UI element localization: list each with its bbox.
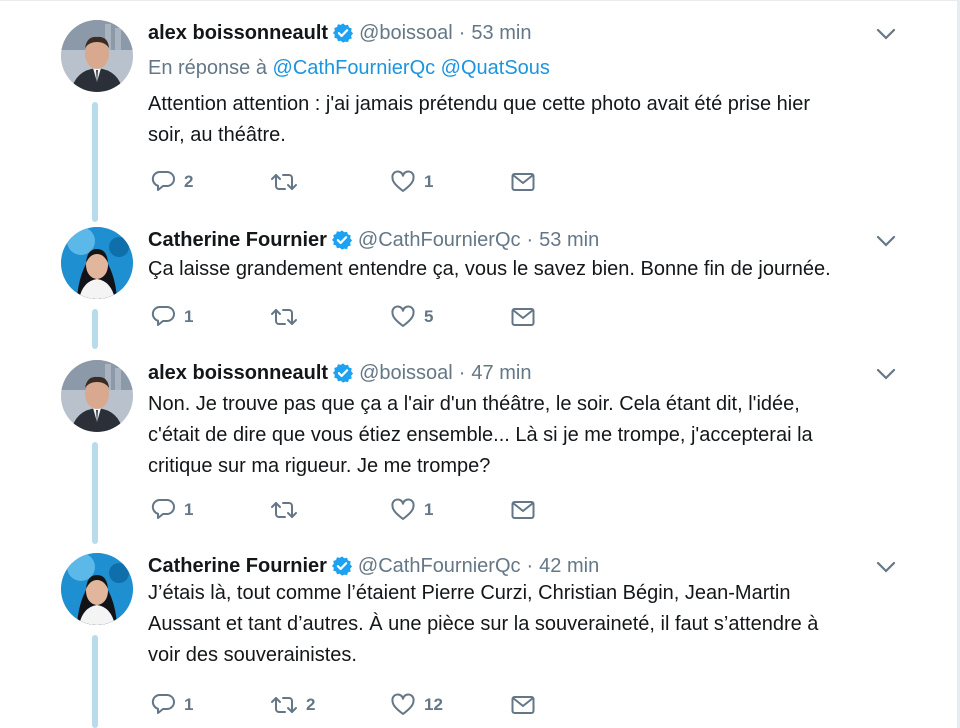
timestamp[interactable]: 42 min — [539, 555, 599, 578]
separator-dot: · — [526, 228, 534, 251]
reply-context: En réponse à @CathFournierQc @QuatSous — [148, 57, 550, 80]
thread-line — [92, 442, 98, 544]
reply-icon — [150, 304, 176, 330]
like-icon — [390, 304, 416, 330]
chevron-down-icon[interactable] — [876, 27, 896, 41]
avatar[interactable] — [61, 20, 133, 92]
verified-badge-icon — [331, 229, 353, 251]
avatar[interactable] — [61, 227, 133, 299]
top-divider — [0, 0, 960, 1]
retweet-button[interactable]: 2 — [270, 690, 315, 720]
user-handle[interactable]: @boissoal — [359, 362, 453, 385]
reply-prefix: En réponse à — [148, 57, 267, 79]
direct-message-icon — [510, 692, 536, 718]
retweet-count: 2 — [306, 695, 316, 714]
separator-dot: · — [458, 21, 466, 44]
reply-count: 2 — [184, 172, 194, 191]
chevron-down-icon[interactable] — [876, 560, 896, 574]
chevron-down-icon[interactable] — [876, 234, 896, 248]
like-button[interactable]: 1 — [390, 167, 433, 197]
thread-line — [92, 102, 98, 222]
like-button[interactable]: 12 — [390, 690, 443, 720]
user-handle[interactable]: @boissoal — [359, 22, 453, 45]
tweet-1[interactable]: alex boissonneault @boissoal · 53 min En… — [0, 20, 960, 222]
reply-count: 1 — [184, 500, 194, 519]
like-count: 5 — [424, 307, 434, 326]
timestamp[interactable]: 53 min — [471, 22, 531, 45]
user-handle[interactable]: @CathFournierQc — [358, 555, 521, 578]
timestamp[interactable]: 53 min — [539, 229, 599, 252]
retweet-button[interactable] — [270, 167, 306, 197]
tweet-text: Ça laisse grandement entendre ça, vous l… — [148, 258, 831, 280]
tweet-header: Catherine Fournier @CathFournierQc · 42 … — [148, 553, 599, 579]
tweet-text: J’étais là, tout comme l’étaient Pierre … — [148, 582, 819, 666]
separator-dot: · — [458, 361, 466, 384]
display-name[interactable]: alex boissonneault — [148, 362, 328, 385]
verified-badge-icon — [332, 22, 354, 44]
avatar[interactable] — [61, 553, 133, 625]
reply-icon — [150, 692, 176, 718]
display-name[interactable]: alex boissonneault — [148, 22, 328, 45]
like-button[interactable]: 1 — [390, 495, 433, 525]
reply-button[interactable]: 1 — [150, 690, 193, 720]
display-name[interactable]: Catherine Fournier — [148, 229, 327, 252]
timestamp[interactable]: 47 min — [471, 362, 531, 385]
thread-line — [92, 309, 98, 349]
retweet-button[interactable] — [270, 302, 306, 332]
tweet-text: Attention attention : j'ai jamais préten… — [148, 93, 811, 146]
direct-message-icon — [510, 304, 536, 330]
direct-message-button[interactable] — [510, 690, 536, 720]
verified-badge-icon — [331, 555, 353, 577]
reply-button[interactable]: 1 — [150, 495, 193, 525]
display-name[interactable]: Catherine Fournier — [148, 555, 327, 578]
chevron-down-icon[interactable] — [876, 367, 896, 381]
reply-count: 1 — [184, 695, 194, 714]
reply-count: 1 — [184, 307, 194, 326]
avatar[interactable] — [61, 360, 133, 432]
tweet-2[interactable]: Catherine Fournier @CathFournierQc · 53 … — [0, 227, 960, 349]
like-button[interactable]: 5 — [390, 302, 433, 332]
reply-button[interactable]: 2 — [150, 167, 193, 197]
separator-dot: · — [526, 554, 534, 577]
reply-icon — [150, 497, 176, 523]
tweet-header: Catherine Fournier @CathFournierQc · 53 … — [148, 227, 599, 253]
reply-icon — [150, 169, 176, 195]
tweet-3[interactable]: alex boissonneault @boissoal · 47 min No… — [0, 360, 960, 544]
like-icon — [390, 169, 416, 195]
retweet-icon — [270, 169, 298, 195]
like-count: 12 — [424, 695, 443, 714]
reply-to-handles[interactable]: @CathFournierQc @QuatSous — [273, 57, 550, 79]
tweet-text: Non. Je trouve pas que ça a l'air d'un t… — [148, 393, 813, 477]
like-icon — [390, 692, 416, 718]
tweet-4[interactable]: Catherine Fournier @CathFournierQc · 42 … — [0, 553, 960, 728]
direct-message-button[interactable] — [510, 495, 536, 525]
like-count: 1 — [424, 172, 434, 191]
retweet-button[interactable] — [270, 495, 306, 525]
verified-badge-icon — [332, 362, 354, 384]
retweet-icon — [270, 692, 298, 718]
retweet-icon — [270, 497, 298, 523]
retweet-icon — [270, 304, 298, 330]
tweet-header: alex boissonneault @boissoal · 47 min — [148, 360, 531, 386]
tweet-header: alex boissonneault @boissoal · 53 min — [148, 20, 531, 46]
direct-message-button[interactable] — [510, 302, 536, 332]
direct-message-button[interactable] — [510, 167, 536, 197]
direct-message-icon — [510, 169, 536, 195]
thread-line — [92, 635, 98, 728]
direct-message-icon — [510, 497, 536, 523]
like-icon — [390, 497, 416, 523]
like-count: 1 — [424, 500, 434, 519]
user-handle[interactable]: @CathFournierQc — [358, 229, 521, 252]
reply-button[interactable]: 1 — [150, 302, 193, 332]
